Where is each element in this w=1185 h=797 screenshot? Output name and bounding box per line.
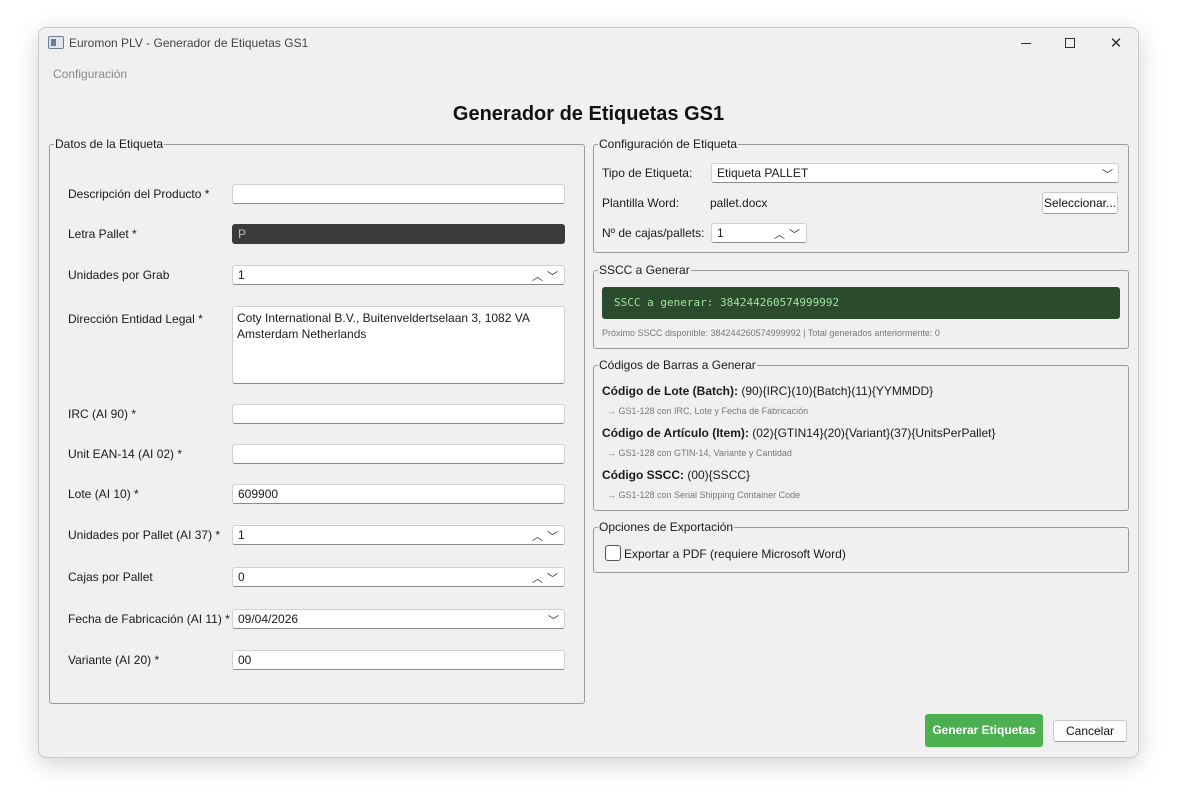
num-cajas-spinbox[interactable]: 1 ︿﹀ — [711, 223, 807, 243]
app-window: Euromon PLV - Generador de Etiquetas GS1… — [38, 27, 1139, 758]
unidades-grab-spinbox[interactable]: 1 ︿﹀ — [232, 265, 565, 285]
code-sscc-format: (00){SSCC} — [684, 468, 751, 482]
sscc-display: SSCC a generar: 384244260574999992 — [602, 287, 1120, 319]
code-sscc-title: Código SSCC: — [602, 468, 684, 482]
cajas-pallet-value: 0 — [238, 570, 245, 584]
group-legend: Opciones de Exportación — [599, 520, 734, 534]
sscc-note: Próximo SSCC disponible: 384244260574999… — [602, 328, 940, 338]
generate-button[interactable]: Generar Etiquetas — [925, 714, 1043, 747]
irc-input[interactable] — [232, 404, 565, 424]
code-batch-format: (90){IRC}(10){Batch}(11){YYMMDD} — [737, 384, 934, 398]
letra-pallet-input[interactable]: P — [232, 224, 565, 244]
cancel-button[interactable]: Cancelar — [1053, 720, 1127, 742]
num-cajas-value: 1 — [717, 226, 724, 240]
seleccionar-button[interactable]: Seleccionar... — [1042, 192, 1118, 214]
code-item-title: Código de Artículo (Item): — [602, 426, 749, 440]
code-batch-line: Código de Lote (Batch): (90){IRC}(10){Ba… — [602, 384, 933, 398]
app-icon — [48, 36, 64, 49]
plantilla-value: pallet.docx — [710, 196, 768, 210]
spin-arrows-icon[interactable]: ︿﹀ — [532, 570, 562, 586]
spin-arrows-icon[interactable]: ︿﹀ — [532, 528, 562, 544]
descripcion-input[interactable] — [232, 184, 565, 204]
code-batch-desc: → GS1-128 con IRC, Lote y Fecha de Fabri… — [607, 406, 809, 416]
direccion-textarea[interactable]: Coty International B.V., Buitenveldertse… — [232, 306, 565, 384]
fecha-label: Fecha de Fabricación (AI 11) * — [68, 612, 230, 626]
unidades-pallet-value: 1 — [238, 528, 245, 542]
unidades-grab-value: 1 — [238, 268, 245, 282]
group-legend: Datos de la Etiqueta — [55, 137, 164, 151]
tipo-etiqueta-label: Tipo de Etiqueta: — [602, 166, 693, 180]
tipo-etiqueta-select[interactable]: Etiqueta PALLET ﹀ — [711, 163, 1119, 183]
spin-arrows-icon[interactable]: ︿﹀ — [532, 268, 562, 284]
title-bar: Euromon PLV - Generador de Etiquetas GS1… — [39, 28, 1138, 58]
code-sscc-line: Código SSCC: (00){SSCC} — [602, 468, 750, 482]
unidades-pallet-label: Unidades por Pallet (AI 37) * — [68, 528, 221, 542]
tipo-etiqueta-value: Etiqueta PALLET — [717, 166, 809, 180]
page-title: Generador de Etiquetas GS1 — [452, 103, 725, 125]
fecha-dateedit[interactable]: 09/04/2026 ﹀ — [232, 609, 565, 629]
ean14-label: Unit EAN-14 (AI 02) * — [68, 447, 183, 461]
group-legend: Códigos de Barras a Generar — [599, 358, 756, 372]
group-legend: SSCC a Generar — [599, 263, 690, 277]
cajas-pallet-spinbox[interactable]: 0 ︿﹀ — [232, 567, 565, 587]
letra-pallet-label: Letra Pallet * — [68, 227, 137, 241]
close-icon[interactable]: ✕ — [1093, 28, 1138, 58]
code-sscc-desc: → GS1-128 con Serial Shipping Container … — [607, 490, 801, 500]
lote-label: Lote (AI 10) * — [68, 487, 139, 501]
variante-input[interactable]: 00 — [232, 650, 565, 670]
export-pdf-checkbox[interactable] — [605, 545, 621, 561]
direccion-label: Dirección Entidad Legal * — [68, 312, 203, 326]
ean14-input[interactable] — [232, 444, 565, 464]
maximize-icon[interactable] — [1047, 28, 1093, 58]
spin-arrows-icon[interactable]: ︿﹀ — [774, 226, 804, 242]
menu-configuracion[interactable]: Configuración — [53, 67, 127, 81]
lote-input[interactable]: 609900 — [232, 484, 565, 504]
unidades-pallet-spinbox[interactable]: 1 ︿﹀ — [232, 525, 565, 545]
descripcion-label: Descripción del Producto * — [68, 187, 210, 201]
irc-label: IRC (AI 90) * — [68, 407, 137, 421]
group-legend: Configuración de Etiqueta — [599, 137, 738, 151]
num-cajas-label: Nº de cajas/pallets: — [602, 226, 705, 240]
export-pdf-label[interactable]: Exportar a PDF (requiere Microsoft Word) — [624, 547, 846, 561]
code-batch-title: Código de Lote (Batch): — [602, 384, 738, 398]
minimize-icon[interactable] — [1003, 28, 1049, 58]
code-item-format: (02){GTIN14}(20){Variant}(37){UnitsPerPa… — [748, 426, 996, 440]
fecha-value: 09/04/2026 — [238, 612, 299, 626]
chevron-down-icon[interactable]: ﹀ — [1102, 166, 1113, 182]
code-item-desc: → GS1-128 con GTIN-14, Variante y Cantid… — [607, 448, 792, 458]
chevron-down-icon[interactable]: ﹀ — [548, 612, 559, 628]
cajas-pallet-label: Cajas por Pallet — [68, 570, 153, 584]
window-title: Euromon PLV - Generador de Etiquetas GS1 — [69, 36, 309, 50]
unidades-grab-label: Unidades por Grab — [68, 268, 170, 282]
plantilla-label: Plantilla Word: — [602, 196, 680, 210]
variante-label: Variante (AI 20) * — [68, 653, 160, 667]
code-item-line: Código de Artículo (Item): (02){GTIN14}(… — [602, 426, 995, 440]
